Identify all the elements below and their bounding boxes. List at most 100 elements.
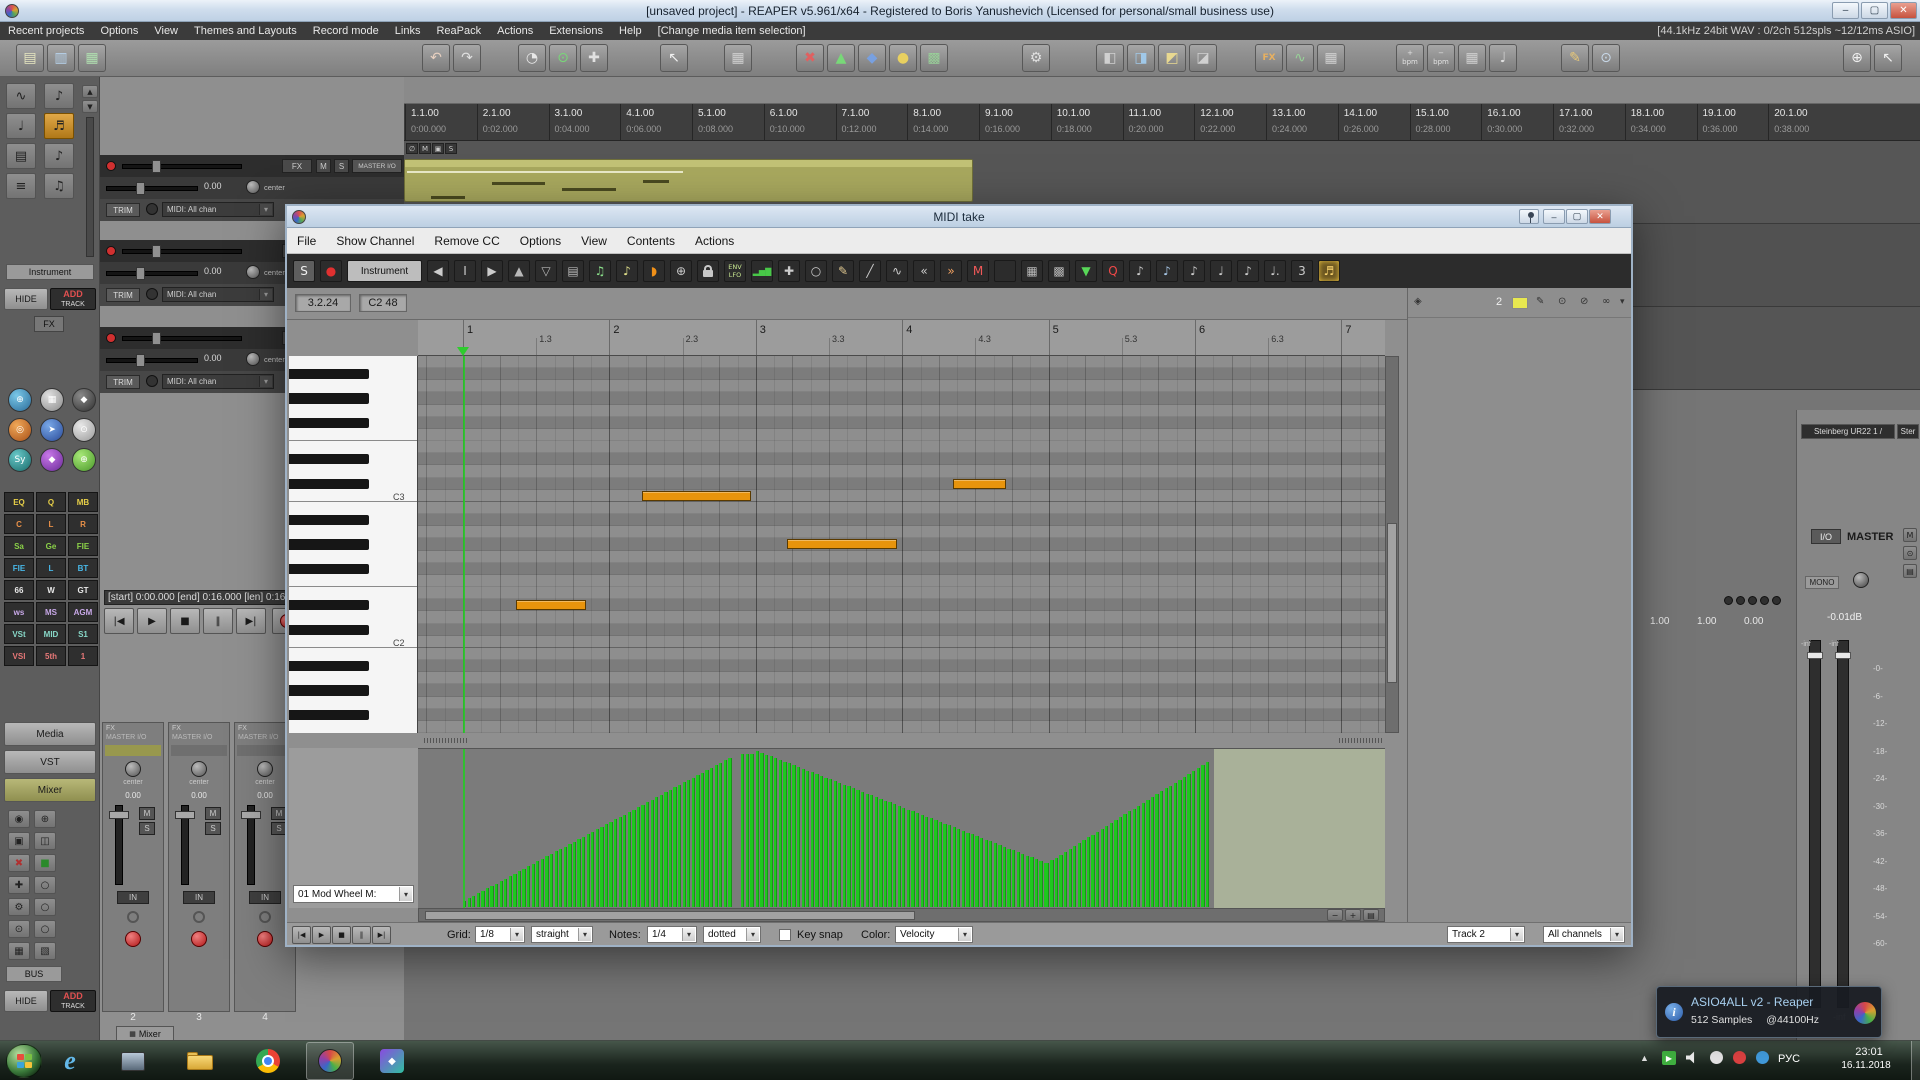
plugin-shortcut-button[interactable]: 5th xyxy=(36,646,66,666)
fades-icon[interactable]: ▩ xyxy=(920,44,948,72)
hscrollbar-thumb[interactable] xyxy=(425,911,915,920)
cc-bar[interactable] xyxy=(1146,800,1149,907)
shortcut-sphere[interactable]: ⊕ xyxy=(72,448,96,472)
editor-forward-button[interactable]: ▶| xyxy=(372,926,391,944)
master-send-knob[interactable] xyxy=(1760,596,1769,605)
hide-button[interactable]: HIDE xyxy=(4,288,48,310)
note-tool-icon[interactable]: ♫ xyxy=(44,173,74,199)
tool-icon[interactable]: ▣ xyxy=(8,832,30,850)
shortcut-sphere[interactable]: ⊕ xyxy=(8,388,32,412)
cc-bar[interactable] xyxy=(1187,774,1190,907)
grid-icon[interactable]: ▤ xyxy=(562,260,584,282)
close-button[interactable]: ✕ xyxy=(1890,2,1917,19)
audio-device-box[interactable]: Steinberg UR22 1 / xyxy=(1801,424,1895,439)
cc-bar[interactable] xyxy=(770,756,773,907)
cc-bar[interactable] xyxy=(741,754,744,907)
track-slider-thumb[interactable] xyxy=(152,245,161,258)
cc-bar[interactable] xyxy=(1165,788,1168,907)
cc-bar[interactable] xyxy=(614,819,617,907)
cc-bar[interactable] xyxy=(1069,849,1072,907)
cc-bar[interactable] xyxy=(669,790,672,907)
metronome-icon[interactable]: ◔ xyxy=(518,44,546,72)
menu-item-reapack[interactable]: ReaPack xyxy=(428,22,489,40)
tool-icon[interactable]: ✚ xyxy=(8,876,30,894)
cc-bar[interactable] xyxy=(1026,856,1029,907)
menu-item-help[interactable]: Help xyxy=(611,22,650,40)
cc-bar[interactable] xyxy=(1087,837,1090,907)
cc-bar[interactable] xyxy=(1007,849,1010,908)
cc-bar[interactable] xyxy=(1197,768,1200,907)
cc-bar[interactable] xyxy=(884,801,887,907)
maximize-button[interactable]: ▢ xyxy=(1861,2,1888,19)
edit-cursor-marker[interactable] xyxy=(457,347,469,356)
black-key[interactable] xyxy=(289,515,369,525)
master-fader-2[interactable] xyxy=(1837,640,1849,1008)
cc-bar[interactable] xyxy=(898,806,901,907)
mouse-cursor-icon[interactable]: ↖ xyxy=(660,44,688,72)
tool-icon[interactable]: ○ xyxy=(34,876,56,894)
track-slider[interactable] xyxy=(122,336,242,341)
cc-bar[interactable] xyxy=(1021,854,1024,907)
shortcut-sphere[interactable]: Sy xyxy=(8,448,32,472)
instrument-button[interactable]: Instrument xyxy=(347,260,422,282)
fx-button[interactable]: FX xyxy=(282,159,312,173)
piano-ruler[interactable]: 12345671.32.33.34.35.36.3 xyxy=(418,320,1385,356)
item-solo-icon[interactable]: S xyxy=(445,143,457,154)
stop-button[interactable]: ■ xyxy=(170,608,200,634)
eye-icon[interactable]: ⊙ xyxy=(1558,296,1566,307)
cc-bar[interactable] xyxy=(925,817,928,907)
master-send-knob[interactable] xyxy=(1772,596,1781,605)
cc-bar[interactable] xyxy=(646,802,649,907)
note-len-3-icon[interactable]: ♪ xyxy=(1183,260,1205,282)
record-arm-button[interactable] xyxy=(106,333,116,343)
tool-icon[interactable]: ⚙ xyxy=(8,898,30,916)
mute-button[interactable]: M xyxy=(316,159,331,173)
tray-green-icon[interactable]: ▶ xyxy=(1662,1051,1676,1065)
cc-bar[interactable] xyxy=(994,843,997,907)
black-key[interactable] xyxy=(289,479,369,489)
cc-bar[interactable] xyxy=(902,808,905,907)
cc-bar[interactable] xyxy=(632,810,635,907)
cc-bar[interactable] xyxy=(948,825,951,907)
mixer-strip-3[interactable]: FXMASTER I/Ocenter0.00MSIN xyxy=(168,722,230,1012)
cc-bar[interactable] xyxy=(568,844,571,907)
cc-bar[interactable] xyxy=(504,879,507,907)
note-tool-icon[interactable]: ♩ xyxy=(6,113,36,139)
menu-item-recordmode[interactable]: Record mode xyxy=(305,22,387,40)
track-color-swatch[interactable] xyxy=(1512,297,1528,309)
editor-menu-actions[interactable]: Actions xyxy=(685,234,744,248)
channels-combo[interactable]: All channels▾ xyxy=(1543,926,1625,943)
fx-chip[interactable]: FX xyxy=(34,316,64,332)
editor-menu-options[interactable]: Options xyxy=(510,234,571,248)
show-desktop-button[interactable] xyxy=(1911,1041,1920,1080)
cc-lane[interactable] xyxy=(418,748,1385,908)
shortcut-sphere[interactable]: ◆ xyxy=(40,448,64,472)
editor-menu-view[interactable]: View xyxy=(571,234,617,248)
cc-bar[interactable] xyxy=(792,765,795,907)
cc-bar[interactable] xyxy=(1096,832,1099,907)
plugin-shortcut-button[interactable]: ws xyxy=(4,602,34,622)
note-len-2-icon[interactable]: ♪ xyxy=(1156,260,1178,282)
volume-icon[interactable] xyxy=(1686,1051,1699,1064)
solo-button[interactable]: S xyxy=(293,260,315,282)
scroll-down-icon[interactable]: ▼ xyxy=(82,100,98,113)
cc-bar[interactable] xyxy=(1183,777,1186,907)
cc-bar[interactable] xyxy=(806,771,809,908)
cc-bar[interactable] xyxy=(1059,855,1062,907)
clock-date[interactable]: 16.11.2018 xyxy=(1826,1060,1906,1071)
cc-bar[interactable] xyxy=(966,833,969,907)
cc-bar[interactable] xyxy=(1160,791,1163,907)
note-len-5-icon[interactable]: ♪ xyxy=(1237,260,1259,282)
explorer-icon[interactable] xyxy=(176,1042,224,1080)
zoom-out-icon[interactable]: − xyxy=(1327,909,1343,921)
cc-bar[interactable] xyxy=(847,786,850,907)
step-input2-icon[interactable]: ▩ xyxy=(1048,260,1070,282)
note-edit-icon[interactable]: ♪ xyxy=(616,260,638,282)
note-tool-icon[interactable]: ▤ xyxy=(6,143,36,169)
hide-button-2[interactable]: HIDE xyxy=(4,990,48,1012)
cc-bar[interactable] xyxy=(513,874,516,907)
midi-note[interactable] xyxy=(642,491,751,501)
clock-time[interactable]: 23:01 xyxy=(1832,1046,1906,1058)
master-fader-thumb[interactable] xyxy=(1835,652,1851,659)
volume-slider-thumb[interactable] xyxy=(136,267,145,280)
